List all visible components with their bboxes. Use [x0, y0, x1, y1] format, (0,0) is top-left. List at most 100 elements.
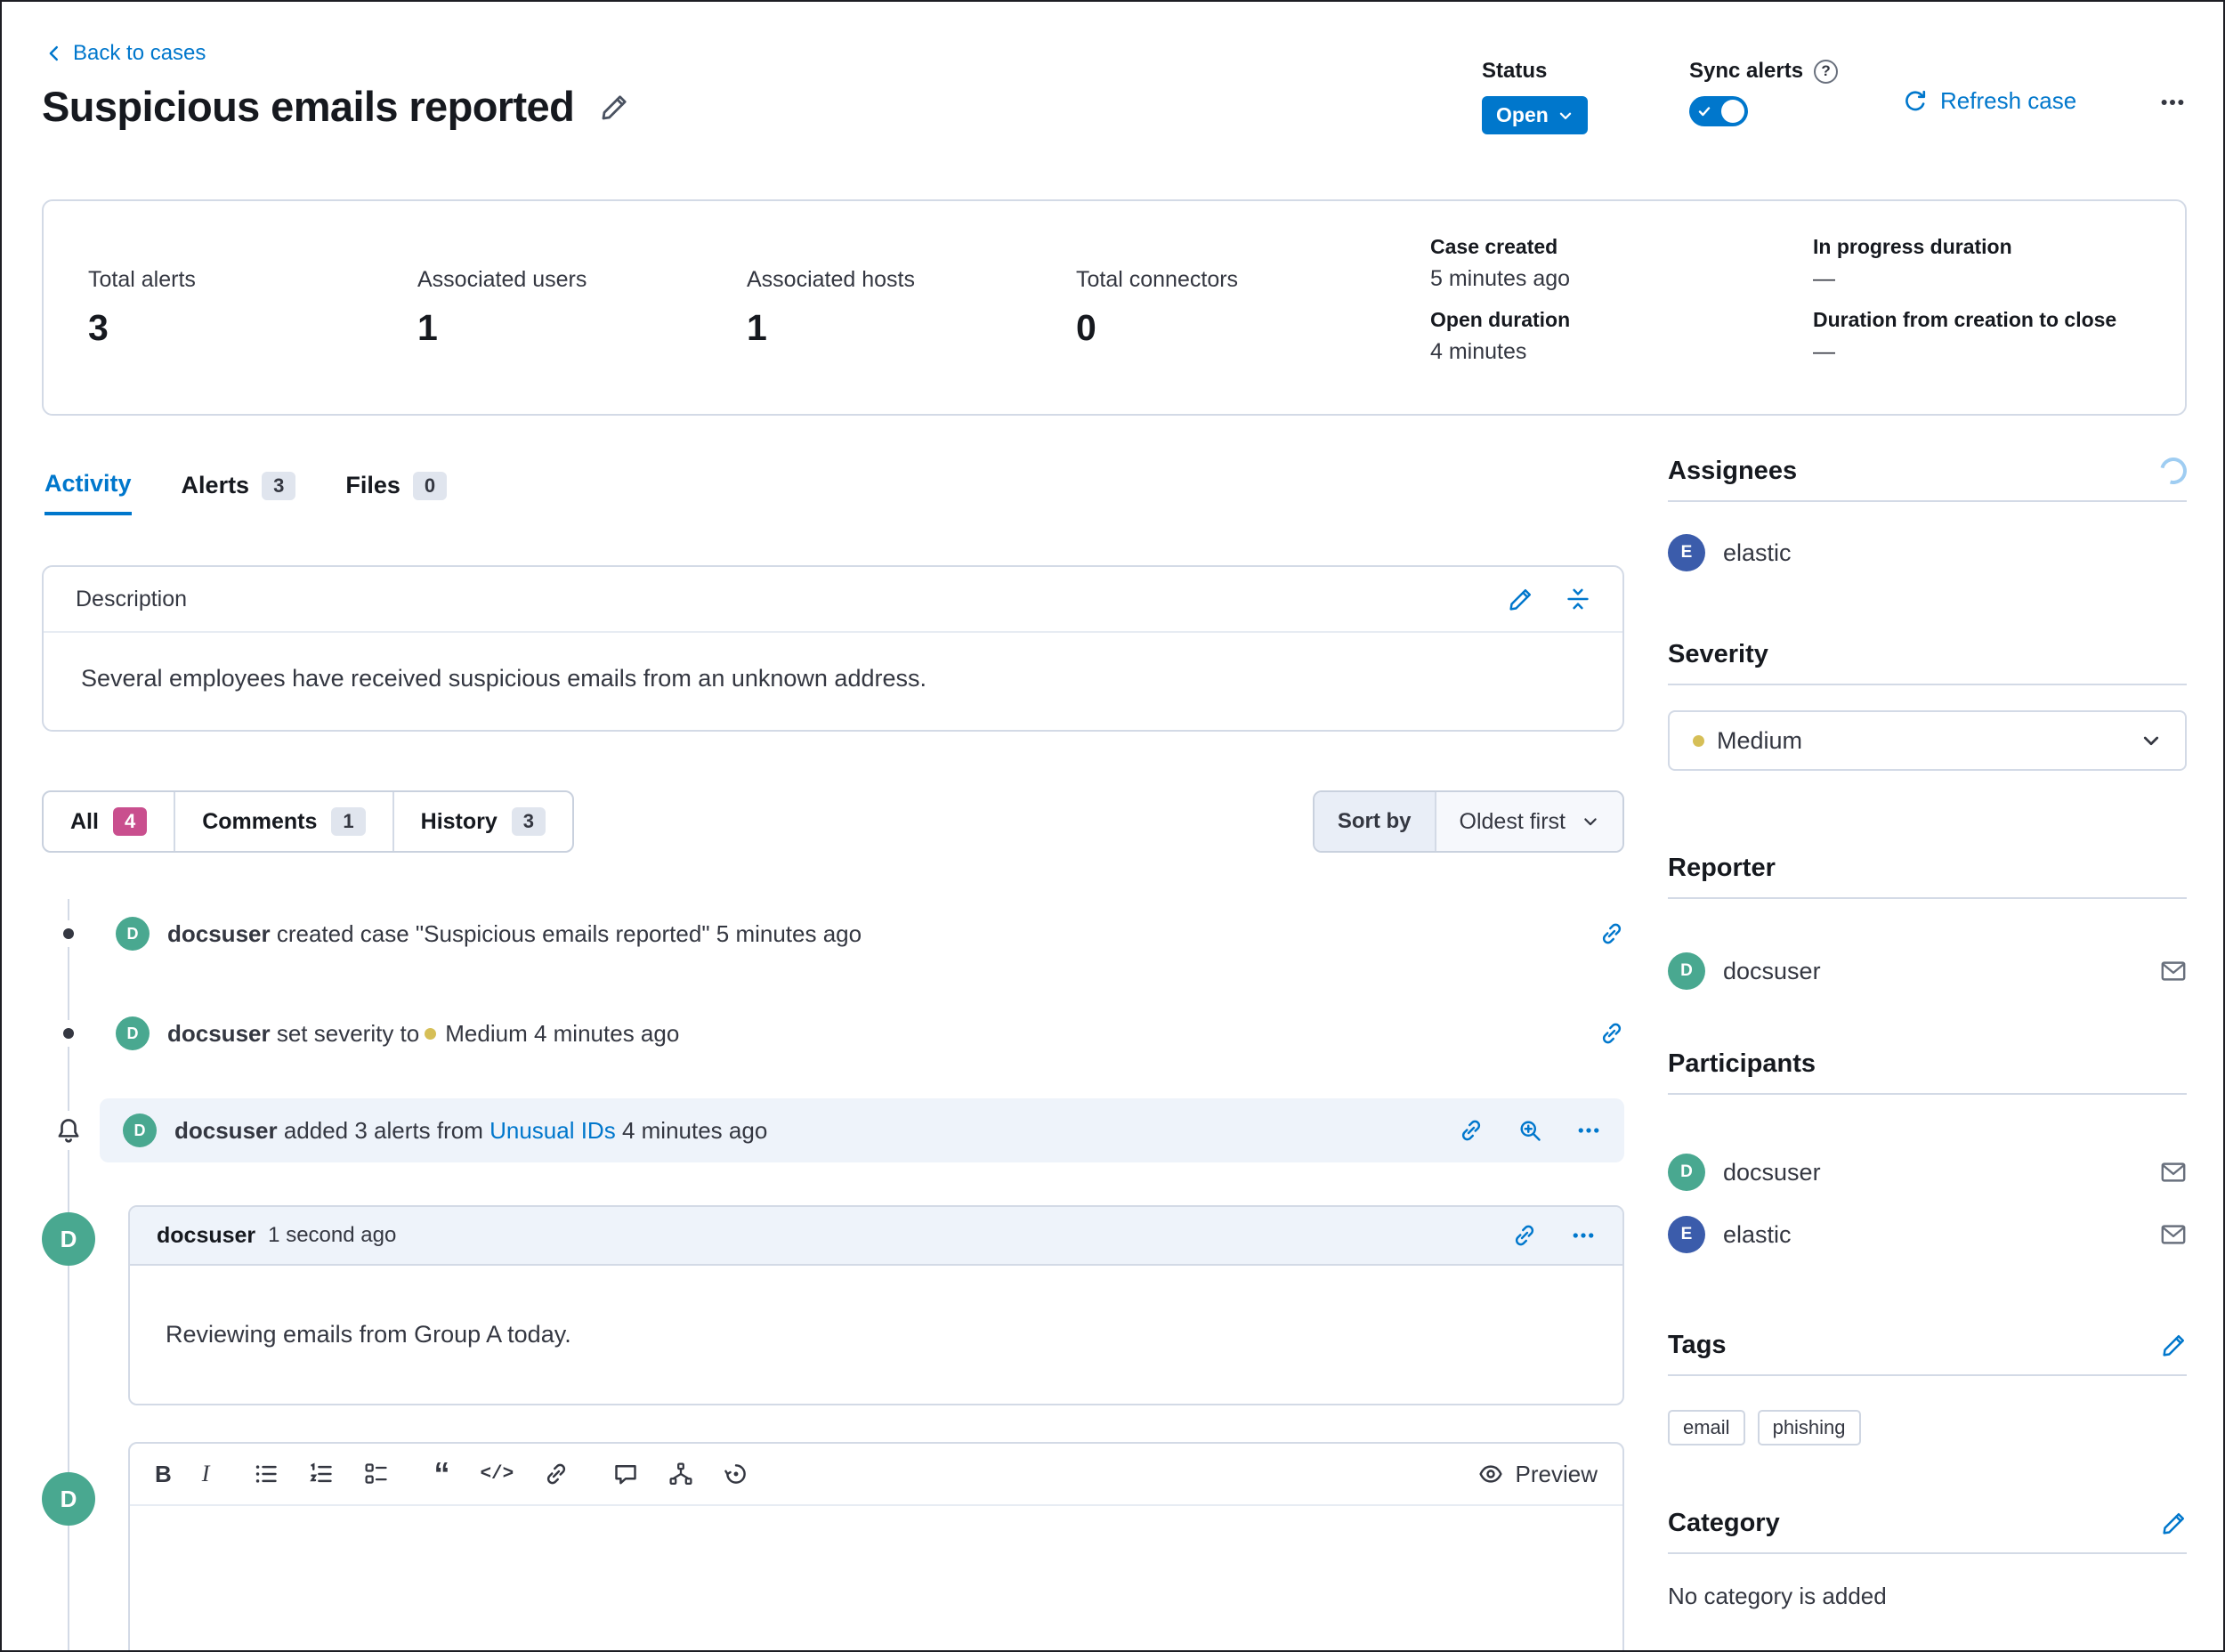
description-title: Description	[76, 587, 187, 612]
envelope-icon	[2160, 958, 2187, 984]
add-comment-plugin-button[interactable]	[613, 1462, 638, 1486]
code-button[interactable]: </>	[480, 1464, 514, 1485]
copy-link-button[interactable]	[1599, 921, 1624, 946]
alert-actions-menu-button[interactable]	[1576, 1118, 1601, 1143]
tag-badge[interactable]: email	[1668, 1410, 1745, 1446]
markdown-editor-input[interactable]	[130, 1506, 1622, 1652]
lens-plugin-button[interactable]	[724, 1462, 748, 1486]
sort-control: Sort by Oldest first	[1313, 790, 1624, 853]
comments-count-badge: 1	[331, 807, 365, 836]
status-label: Status	[1482, 59, 1588, 84]
refresh-label: Refresh case	[1940, 87, 2076, 115]
filter-history[interactable]: History 3	[392, 792, 572, 851]
investigate-icon	[1517, 1118, 1542, 1143]
category-section: Category No category is added	[1668, 1504, 2187, 1610]
unordered-list-button[interactable]	[254, 1462, 279, 1486]
email-user-button[interactable]	[2160, 1221, 2187, 1248]
divider	[1668, 684, 2187, 685]
divider	[1668, 1374, 2187, 1376]
fold-icon	[1566, 587, 1590, 611]
description-panel: Description Several employees have recei…	[42, 565, 1624, 732]
tags-list: email phishing	[1668, 1410, 2187, 1446]
event-time: 4 minutes ago	[534, 1020, 679, 1047]
assignee-name: elastic	[1723, 539, 1792, 567]
avatar: E	[1668, 534, 1705, 571]
edit-tags-button[interactable]	[2162, 1332, 2187, 1357]
copy-link-button[interactable]	[1599, 1021, 1624, 1046]
reporter-section: Reporter D docsuser	[1668, 849, 2187, 990]
divider	[1668, 897, 2187, 899]
tab-alerts[interactable]: Alerts 3	[182, 470, 296, 515]
detail-label: Duration from creation to close	[1813, 308, 2116, 332]
comment-text: Reviewing emails from Group A today.	[130, 1266, 1622, 1404]
copy-link-button[interactable]	[1512, 1223, 1537, 1248]
divider	[1668, 1552, 2187, 1554]
sync-alerts-label: Sync alerts	[1689, 59, 1803, 84]
collapse-description-button[interactable]	[1566, 587, 1590, 611]
link-icon	[1599, 1021, 1624, 1046]
edit-category-button[interactable]	[2162, 1510, 2187, 1535]
task-list-button[interactable]	[364, 1462, 389, 1486]
envelope-icon	[2160, 1159, 2187, 1186]
ellipsis-icon	[2159, 89, 2186, 116]
sync-alerts-toggle[interactable]	[1689, 96, 1748, 126]
case-detail-page: Back to cases Suspicious emails reported…	[0, 0, 2225, 1652]
avatar: D	[116, 917, 150, 951]
email-user-button[interactable]	[2160, 958, 2187, 984]
list-number-icon	[309, 1462, 334, 1486]
refresh-case-button[interactable]: Refresh case	[1903, 87, 2076, 115]
tab-files[interactable]: Files 0	[345, 470, 447, 515]
tag-badge[interactable]: phishing	[1758, 1410, 1861, 1446]
timeline-plugin-button[interactable]	[668, 1462, 693, 1486]
editor-toolbar: B I “ </>	[130, 1444, 1622, 1506]
quote-button[interactable]: “	[433, 1465, 449, 1483]
severity-value: Medium	[445, 1020, 527, 1047]
page-title: Suspicious emails reported	[42, 82, 574, 131]
divider	[1668, 500, 2187, 502]
link-icon	[1599, 921, 1624, 946]
comment-actions-menu-button[interactable]	[1571, 1223, 1596, 1248]
rule-link[interactable]: Unusual IDs	[490, 1117, 616, 1144]
copy-link-button[interactable]	[1459, 1118, 1484, 1143]
edit-description-button[interactable]	[1509, 587, 1533, 611]
bold-button[interactable]: B	[155, 1461, 172, 1488]
italic-button[interactable]: I	[202, 1461, 210, 1487]
avatar: D	[1668, 952, 1705, 990]
detail-label: In progress duration	[1813, 235, 2116, 259]
sync-alerts-block: Sync alerts ?	[1689, 59, 1838, 126]
detail-label: Open duration	[1430, 308, 1813, 332]
edit-title-button[interactable]	[601, 93, 629, 121]
case-actions-menu-button[interactable]	[2159, 89, 2186, 116]
severity-select[interactable]: Medium	[1668, 710, 2187, 771]
preview-button[interactable]: Preview	[1478, 1461, 1598, 1488]
participant-row: D docsuser	[1668, 1154, 2187, 1191]
pencil-icon	[601, 93, 629, 121]
help-icon[interactable]: ?	[1814, 60, 1838, 84]
status-dropdown[interactable]: Open	[1482, 96, 1588, 134]
activity-filter-group: All 4 Comments 1 History 3	[42, 790, 574, 853]
investigate-in-timeline-button[interactable]	[1517, 1118, 1542, 1143]
editor-avatar: D	[42, 1472, 95, 1526]
sort-order-select[interactable]: Oldest first	[1435, 792, 1622, 851]
back-to-cases-link[interactable]: Back to cases	[44, 41, 206, 66]
category-empty-text: No category is added	[1668, 1583, 2187, 1610]
filter-all[interactable]: All 4	[44, 792, 174, 851]
files-count-badge: 0	[413, 472, 447, 500]
assignees-title: Assignees	[1668, 457, 1797, 486]
filter-comments[interactable]: Comments 1	[174, 792, 392, 851]
link-icon	[1459, 1118, 1484, 1143]
list-bullet-icon	[254, 1462, 279, 1486]
comment-avatar: D	[42, 1212, 95, 1266]
tab-activity[interactable]: Activity	[44, 470, 132, 515]
participant-row: E elastic	[1668, 1216, 2187, 1253]
sort-by-label: Sort by	[1315, 792, 1435, 851]
avatar: E	[1668, 1216, 1705, 1253]
markdown-editor: B I “ </>	[128, 1442, 1624, 1652]
check-icon	[1697, 104, 1711, 118]
editor-link-button[interactable]	[544, 1462, 569, 1486]
ordered-list-button[interactable]	[309, 1462, 334, 1486]
email-user-button[interactable]	[2160, 1159, 2187, 1186]
event-text: created case "Suspicious emails reported…	[277, 920, 862, 947]
preview-label: Preview	[1516, 1461, 1598, 1488]
pencil-icon	[2162, 1332, 2187, 1357]
